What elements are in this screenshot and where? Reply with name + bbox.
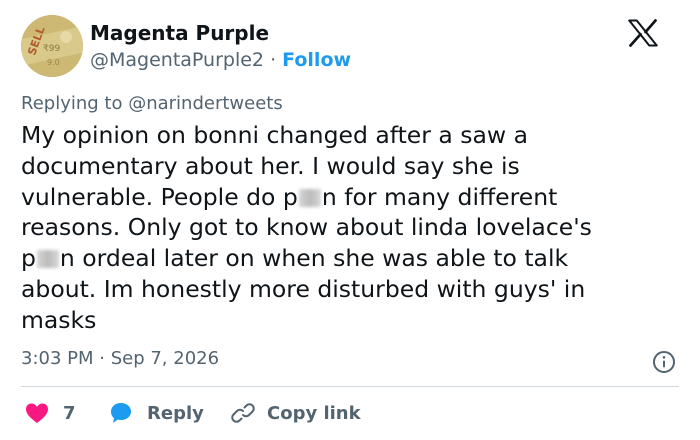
tweet-line: My opinion on bonni changed after a saw … — [21, 121, 529, 149]
tweet-text-segment: n for many different — [321, 182, 558, 211]
tweet-line: vulnerable. People do p n for many differ… — [21, 182, 661, 213]
author-handle-row: @MagentaPurple2 · Follow — [90, 49, 351, 71]
follow-button[interactable]: Follow — [282, 49, 351, 71]
svg-text:9.0: 9.0 — [47, 58, 60, 67]
avatar[interactable]: SELL ₹99 9.0 — [21, 15, 83, 77]
action-bar: 7 Reply Copy link — [21, 398, 621, 428]
avatar-image: SELL ₹99 9.0 — [21, 15, 83, 77]
reply-mention-link[interactable]: @narindertweets — [128, 93, 283, 114]
reply-label: Reply — [147, 402, 204, 424]
like-button[interactable]: 7 — [25, 398, 76, 428]
tweet-card: SELL ₹99 9.0 Magenta Purple @MagentaPurp… — [0, 0, 700, 440]
tweet-text-segment: n ordeal later on when she was able to t… — [59, 244, 569, 273]
divider — [21, 386, 679, 387]
x-logo-icon[interactable] — [628, 19, 658, 47]
separator-dot: · — [270, 49, 277, 71]
tweet-timestamp[interactable]: 3:03 PM · Sep 7, 2026 — [21, 348, 219, 369]
author-name[interactable]: Magenta Purple — [90, 21, 269, 45]
tweet-line: about. Im honestly more disturbed with g… — [21, 274, 586, 303]
replying-to-label: Replying to — [21, 93, 123, 114]
censor-blur — [298, 188, 321, 207]
svg-text:₹99: ₹99 — [43, 44, 60, 54]
link-icon — [231, 403, 255, 423]
replying-to: Replying to @narindertweets — [21, 93, 283, 114]
info-icon[interactable] — [652, 350, 676, 374]
copy-link-button[interactable]: Copy link — [231, 398, 361, 428]
reply-button[interactable]: Reply — [109, 398, 204, 428]
tweet-header: SELL ₹99 9.0 Magenta Purple @MagentaPurp… — [21, 15, 681, 79]
tweet-line: masks — [21, 305, 97, 334]
tweet-text-segment: vulnerable. People do p — [21, 182, 298, 211]
heart-icon — [26, 403, 48, 423]
tweet-line: reasons. Only got to know about linda lo… — [21, 213, 592, 242]
author-handle[interactable]: @MagentaPurple2 — [90, 49, 264, 71]
copy-link-label: Copy link — [267, 402, 361, 424]
censor-blur — [36, 250, 59, 269]
like-count: 7 — [63, 402, 76, 424]
tweet-text: My opinion on bonni changed after a saw … — [21, 120, 661, 336]
tweet-text-segment: p — [21, 244, 36, 273]
speech-bubble-icon — [111, 403, 131, 423]
tweet-line: p n ordeal later on when she was able to … — [21, 243, 661, 274]
tweet-line: documentary about her. I would say she i… — [21, 151, 520, 180]
